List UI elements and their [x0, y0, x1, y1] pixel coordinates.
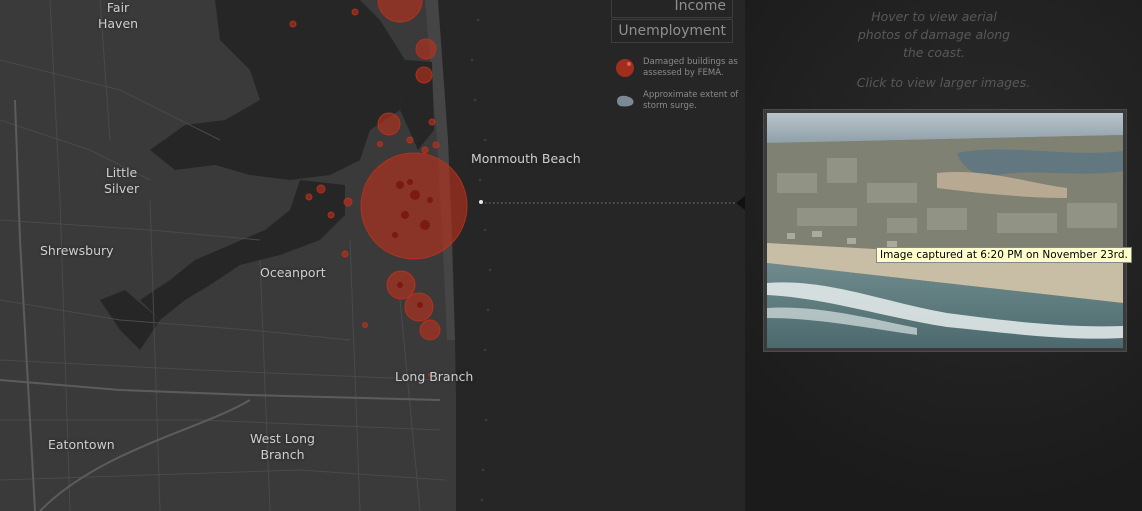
town-label-little-silver: Little Silver: [104, 165, 140, 196]
town-label-shrewsbury: Shrewsbury: [40, 243, 114, 258]
unemployment-button[interactable]: Unemployment: [611, 19, 733, 43]
aerial-photo-image: [767, 113, 1123, 348]
town-label-west-long-branch: West Long Branch: [250, 431, 315, 462]
photo-location-marker: [479, 200, 483, 204]
pointer-arrow: [736, 196, 745, 210]
damage-legend-icon: [616, 59, 634, 77]
income-button[interactable]: Income: [611, 0, 733, 18]
photo-caption-tooltip: Image captured at 6:20 PM on November 23…: [876, 247, 1132, 263]
town-label-eatontown: Eatontown: [48, 437, 115, 452]
legend-surge: Approximate extent of storm surge.: [615, 90, 745, 114]
storm-surge-legend-icon: [617, 95, 634, 107]
map[interactable]: Fair Haven Little Silver Shrewsbury Ocea…: [0, 0, 745, 511]
town-label-long-branch: Long Branch: [395, 369, 474, 384]
hover-hint: Hover to view aerial photos of damage al…: [857, 9, 1011, 60]
layer-toggle: Income Unemployment: [611, 0, 733, 44]
town-label-oceanport: Oceanport: [260, 265, 326, 280]
click-hint: Click to view larger images.: [856, 75, 1031, 90]
town-label-monmouth-beach: Monmouth Beach: [471, 151, 581, 166]
aerial-photo[interactable]: [763, 109, 1127, 352]
legend-damaged: Damaged buildings as assessed by FEMA.: [615, 57, 745, 81]
town-label-fair-haven: Fair Haven: [98, 0, 139, 31]
